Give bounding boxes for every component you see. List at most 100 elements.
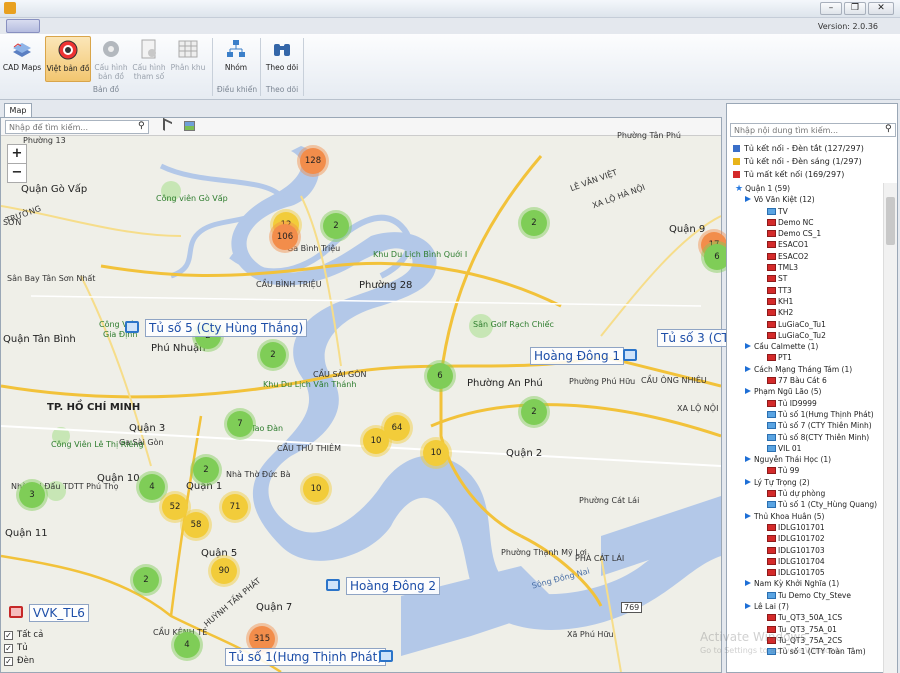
cabinet-label[interactable]: Hoàng Đông 2 bbox=[346, 577, 441, 595]
tree-item[interactable]: TML3 bbox=[727, 262, 883, 273]
cabinet-icon[interactable] bbox=[379, 650, 393, 662]
search-icon[interactable]: ⚲ bbox=[885, 124, 892, 134]
map-cluster[interactable]: 4 bbox=[174, 632, 200, 658]
map-cluster[interactable]: 4 bbox=[139, 474, 165, 500]
tree-item[interactable]: LuGiaCo_Tu2 bbox=[727, 330, 883, 341]
map-cluster[interactable]: 58 bbox=[183, 512, 209, 538]
tree-item[interactable]: TT3 bbox=[727, 285, 883, 296]
tree-root[interactable]: ★ Quận 1 (59) bbox=[727, 183, 883, 194]
cabinet-label[interactable]: Hoàng Đông 1 bbox=[530, 347, 625, 365]
app-icon[interactable] bbox=[4, 2, 16, 14]
tree-item[interactable]: Tủ số 7 (CTY Thiên Minh) bbox=[727, 420, 883, 431]
map-cluster[interactable]: 2 bbox=[521, 210, 547, 236]
map-cluster[interactable]: 64 bbox=[384, 415, 410, 441]
tree-item[interactable]: Tủ số 1(Hưng Thịnh Phát) bbox=[727, 409, 883, 420]
tree-item[interactable]: ESACO1 bbox=[727, 239, 883, 250]
image-icon[interactable] bbox=[184, 121, 195, 131]
tree-group[interactable]: Võ Văn Kiệt (12) bbox=[727, 194, 883, 205]
map-cluster[interactable]: 6 bbox=[427, 363, 453, 389]
minimize-button[interactable]: – bbox=[820, 2, 842, 15]
scrollbar-thumb[interactable] bbox=[886, 197, 895, 245]
tree-item[interactable]: KH2 bbox=[727, 307, 883, 318]
tree-scrollbar[interactable] bbox=[883, 183, 897, 673]
cad-maps-button[interactable]: CAD Maps bbox=[2, 36, 42, 82]
cabinet-icon-disconnected[interactable] bbox=[9, 606, 23, 618]
tree-item[interactable]: Tủ số 8(CTY Thiên Minh) bbox=[727, 432, 883, 443]
tree-item[interactable]: Tu Demo Cty_Steve bbox=[727, 590, 883, 601]
tree-item[interactable]: LuGiaCo_Tu1 bbox=[727, 319, 883, 330]
pointer-icon[interactable] bbox=[163, 117, 172, 135]
tree-group[interactable]: Lê Lai (7) bbox=[727, 601, 883, 612]
tree-item[interactable]: IDLG101704 bbox=[727, 556, 883, 567]
checkbox-cabinet[interactable]: ✓ bbox=[4, 644, 13, 653]
map-cluster[interactable]: 3 bbox=[19, 482, 45, 508]
tree-group[interactable]: Cầu Calmette (1) bbox=[727, 341, 883, 352]
map-cluster[interactable]: 106 bbox=[272, 224, 298, 250]
application-menu-button[interactable] bbox=[6, 19, 40, 33]
filter-lamp[interactable]: ✓ Đèn bbox=[4, 655, 43, 668]
cabinet-label[interactable]: VVK_TL6 bbox=[29, 604, 89, 622]
tree-label: Demo CS_1 bbox=[778, 229, 822, 239]
tree-search-input[interactable] bbox=[730, 123, 896, 137]
cabinet-label[interactable]: Tủ số 3 (CT bbox=[657, 329, 732, 347]
map-cluster[interactable]: 10 bbox=[303, 476, 329, 502]
map-cluster[interactable]: 52 bbox=[162, 494, 188, 520]
map-search-input[interactable] bbox=[5, 120, 149, 134]
tree-item[interactable]: IDLG101702 bbox=[727, 533, 883, 544]
zoom-in-button[interactable]: + bbox=[7, 144, 27, 164]
tree-group[interactable]: Cách Mạng Tháng Tám (1) bbox=[727, 364, 883, 375]
close-button[interactable]: ✕ bbox=[868, 2, 894, 15]
tree-item[interactable]: ESACO2 bbox=[727, 251, 883, 262]
tree-item[interactable]: IDLG101705 bbox=[727, 567, 883, 578]
cabinet-icon[interactable] bbox=[623, 349, 637, 361]
tree-item[interactable]: Demo NC bbox=[727, 217, 883, 228]
tree-item[interactable]: ST bbox=[727, 273, 883, 284]
tree-item[interactable]: KH1 bbox=[727, 296, 883, 307]
tree-item[interactable]: VIL 01 bbox=[727, 443, 883, 454]
filter-cabinet[interactable]: ✓ Tủ bbox=[4, 642, 43, 655]
tree-item[interactable]: Tủ dự phòng bbox=[727, 488, 883, 499]
map-cluster[interactable]: 128 bbox=[300, 148, 326, 174]
map-cluster[interactable]: 2 bbox=[323, 213, 349, 239]
group-button[interactable]: Nhóm bbox=[218, 36, 254, 82]
tree-group[interactable]: Lý Tự Trọng (2) bbox=[727, 477, 883, 488]
tree-group[interactable]: Nam Kỳ Khởi Nghĩa (1) bbox=[727, 578, 883, 589]
search-icon[interactable]: ⚲ bbox=[138, 121, 145, 131]
filter-all[interactable]: ✓ Tất cả bbox=[4, 629, 43, 642]
map-config-button[interactable]: Cấu hình bản đồ bbox=[93, 36, 129, 82]
map-cluster[interactable]: 71 bbox=[222, 494, 248, 520]
zone-button[interactable]: Phân khu bbox=[169, 36, 207, 82]
tree-group[interactable]: Phạm Ngũ Lão (5) bbox=[727, 386, 883, 397]
map-cluster[interactable]: 7 bbox=[227, 411, 253, 437]
map-cluster[interactable]: 2 bbox=[260, 342, 286, 368]
maximize-button[interactable]: ❐ bbox=[844, 2, 866, 15]
tree-item[interactable]: IDLG101703 bbox=[727, 545, 883, 556]
cabinet-label[interactable]: Tủ số 5 (Cty Hùng Thắng) bbox=[145, 319, 308, 337]
tree-item[interactable]: Tủ số 1 (Cty_Hùng Quang) bbox=[727, 499, 883, 510]
zoom-out-button[interactable]: − bbox=[7, 163, 27, 183]
tree-item[interactable]: PT1 bbox=[727, 352, 883, 363]
tree-group[interactable]: Nguyễn Thái Học (1) bbox=[727, 454, 883, 465]
map-cluster[interactable]: 2 bbox=[521, 399, 547, 425]
monitor-button[interactable]: Theo dõi bbox=[264, 36, 300, 82]
map-cluster[interactable]: 90 bbox=[211, 558, 237, 584]
map-cluster[interactable]: 2 bbox=[133, 567, 159, 593]
map-cluster[interactable]: 10 bbox=[423, 440, 449, 466]
tab-map[interactable]: Map bbox=[4, 103, 32, 117]
tree-item[interactable]: 77 Bàu Cát 6 bbox=[727, 375, 883, 386]
tree-item[interactable]: Demo CS_1 bbox=[727, 228, 883, 239]
param-config-button[interactable]: Cấu hình tham số bbox=[131, 36, 167, 82]
vietnam-map-button[interactable]: Việt bản đồ bbox=[45, 36, 91, 82]
cabinet-icon[interactable] bbox=[125, 321, 139, 333]
tree-item[interactable]: Tủ 99 bbox=[727, 465, 883, 476]
cabinet-label[interactable]: Tủ số 1(Hưng Thịnh Phát) bbox=[225, 648, 387, 666]
cabinet-icon[interactable] bbox=[326, 579, 340, 591]
tree-item[interactable]: Tủ ID9999 bbox=[727, 398, 883, 409]
tree-item[interactable]: TV bbox=[727, 206, 883, 217]
checkbox-lamp[interactable]: ✓ bbox=[4, 657, 13, 666]
tree-group[interactable]: Thủ Khoa Huân (5) bbox=[727, 511, 883, 522]
map-cluster[interactable]: 2 bbox=[193, 457, 219, 483]
tree-item[interactable]: Tu_QT3_50A_1CS bbox=[727, 612, 883, 623]
checkbox-all[interactable]: ✓ bbox=[4, 631, 13, 640]
tree-item[interactable]: IDLG101701 bbox=[727, 522, 883, 533]
